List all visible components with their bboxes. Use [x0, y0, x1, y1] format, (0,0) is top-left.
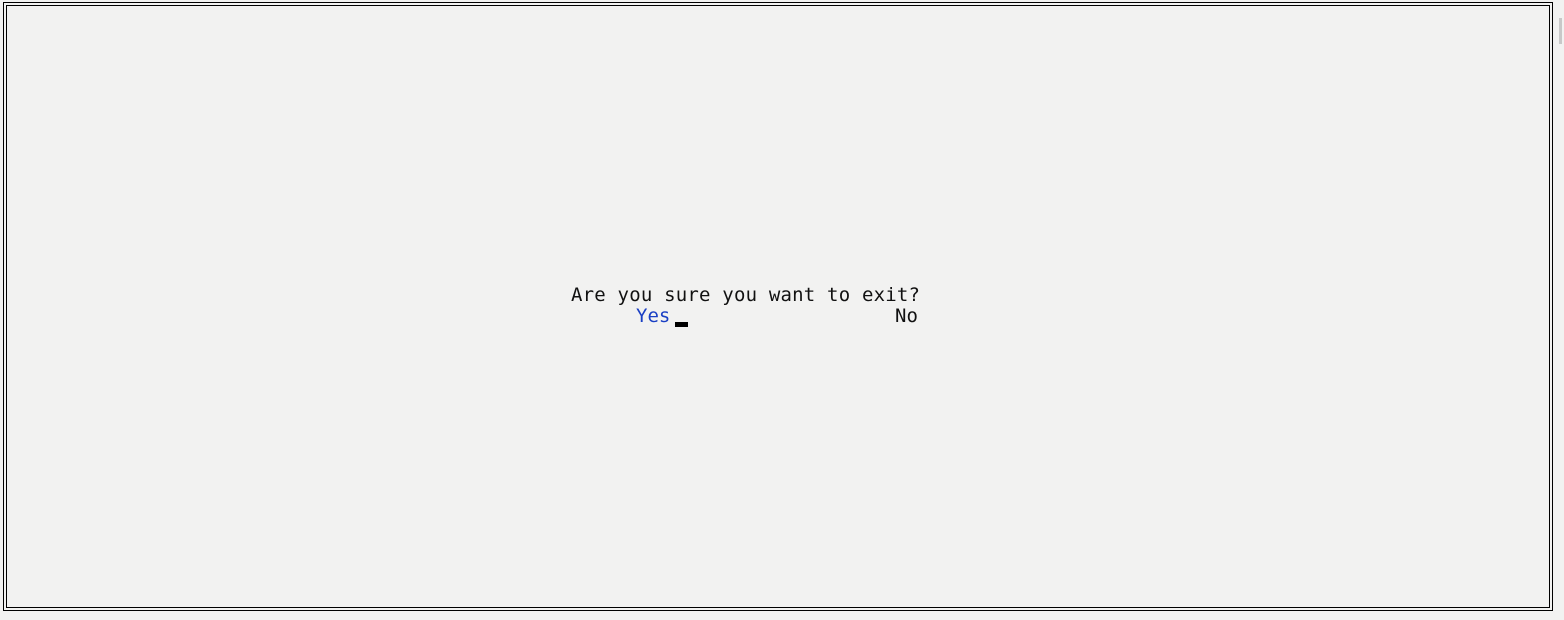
scrollbar-thumb[interactable]	[1559, 18, 1562, 44]
text-cursor	[675, 322, 688, 327]
yes-option[interactable]: Yes	[636, 305, 670, 327]
terminal-frame-inner	[6, 5, 1550, 608]
scrollbar[interactable]	[1558, 0, 1564, 620]
exit-confirm-prompt: Are you sure you want to exit?	[571, 284, 921, 306]
no-option[interactable]: No	[895, 305, 918, 327]
